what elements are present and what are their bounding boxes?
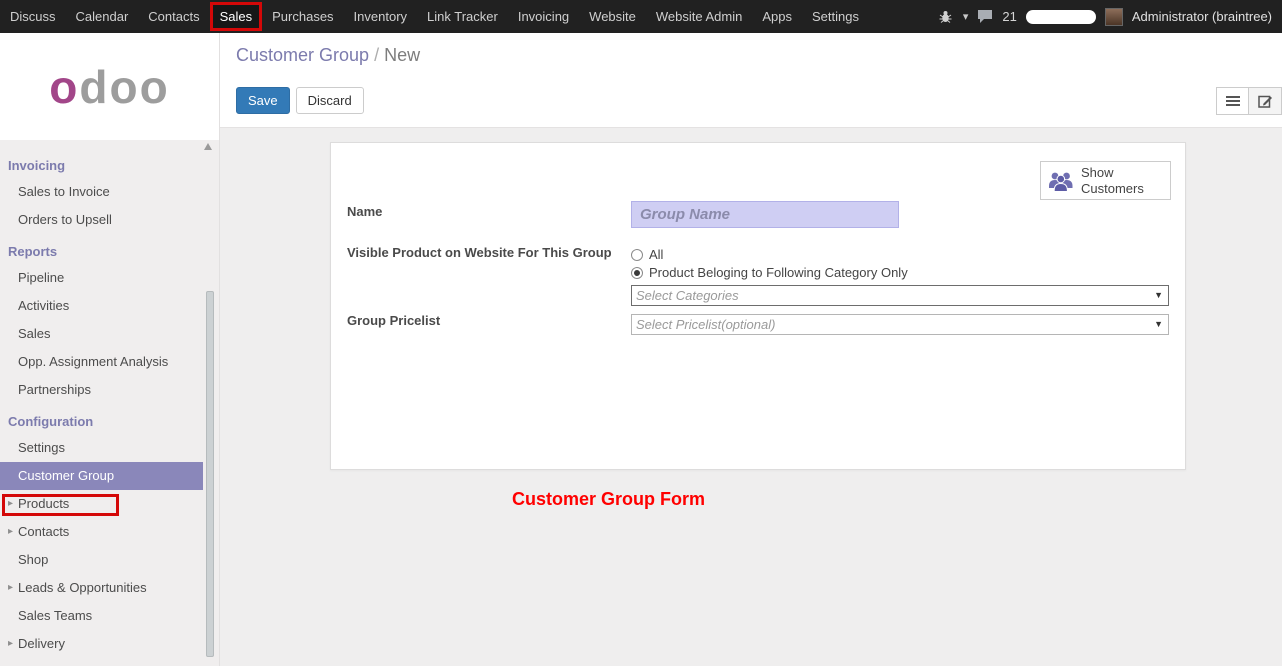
form-view-icon xyxy=(1258,94,1273,108)
nav-item-calendar[interactable]: Calendar xyxy=(66,0,139,33)
sidebar: odoo Invoicing Sales to Invoice Orders t… xyxy=(0,33,220,666)
form-sheet: Show Customers Name Visible Product on W… xyxy=(330,142,1186,470)
customers-icon xyxy=(1047,170,1075,192)
pricelist-select-placeholder: Select Pricelist(optional) xyxy=(636,317,775,332)
radio-all-label: All xyxy=(649,247,663,262)
nav-item-website[interactable]: Website xyxy=(579,0,646,33)
sidebar-item-sales-teams[interactable]: Sales Teams xyxy=(0,602,219,630)
nav-item-link-tracker[interactable]: Link Tracker xyxy=(417,0,508,33)
debug-bug-icon[interactable] xyxy=(939,10,952,23)
sidebar-item-opp-assignment-analysis[interactable]: Opp. Assignment Analysis xyxy=(0,348,219,376)
discard-button[interactable]: Discard xyxy=(296,87,364,114)
radio-all-icon[interactable] xyxy=(631,249,643,261)
annotation-caption: Customer Group Form xyxy=(512,489,705,510)
control-panel: Customer Group/New Save Discard xyxy=(220,33,1282,128)
radio-category-icon[interactable] xyxy=(631,267,643,279)
scrollbar-up-arrow-icon[interactable] xyxy=(204,143,212,150)
user-avatar[interactable] xyxy=(1105,8,1123,26)
sidebar-item-leads-opportunities[interactable]: ▸Leads & Opportunities xyxy=(0,574,219,602)
messages-icon[interactable] xyxy=(977,9,993,24)
view-switcher xyxy=(1216,87,1282,115)
user-menu[interactable]: Administrator (braintree) xyxy=(1132,9,1272,24)
sidebar-item-partnerships[interactable]: Partnerships xyxy=(0,376,219,404)
sidebar-item-activities[interactable]: Activities xyxy=(0,292,219,320)
nav-item-sales[interactable]: Sales xyxy=(210,2,263,31)
sidebar-scrollbar[interactable] xyxy=(206,291,214,657)
nav-item-contacts[interactable]: Contacts xyxy=(138,0,209,33)
sidebar-item-orders-to-upsell[interactable]: Orders to Upsell xyxy=(0,206,219,234)
breadcrumb-parent-link[interactable]: Customer Group xyxy=(236,45,369,65)
save-button[interactable]: Save xyxy=(236,87,290,114)
nav-right-tools: ▾ 21 Administrator (braintree) xyxy=(939,8,1282,26)
categories-select[interactable]: Select Categories ▼ xyxy=(631,285,1169,306)
logo-rest: doo xyxy=(79,61,169,113)
odoo-app: Discuss Calendar Contacts Sales Purchase… xyxy=(0,0,1282,666)
section-title-reports: Reports xyxy=(0,234,219,264)
nav-item-discuss[interactable]: Discuss xyxy=(0,0,66,33)
nav-item-apps[interactable]: Apps xyxy=(752,0,802,33)
expand-caret-icon: ▸ xyxy=(8,574,18,602)
sidebar-item-sales[interactable]: Sales xyxy=(0,320,219,348)
visible-product-field-label: Visible Product on Website For This Grou… xyxy=(347,245,612,260)
expand-caret-icon: ▸ xyxy=(8,630,18,658)
list-view-icon xyxy=(1226,95,1240,107)
sidebar-item-products[interactable]: ▸Products xyxy=(0,490,219,518)
breadcrumb: Customer Group/New xyxy=(236,45,420,66)
categories-select-placeholder: Select Categories xyxy=(636,288,739,303)
expand-caret-icon: ▸ xyxy=(8,490,18,518)
nav-item-purchases[interactable]: Purchases xyxy=(262,0,343,33)
select-arrow-icon: ▼ xyxy=(1154,319,1163,329)
logo-first-letter: o xyxy=(49,61,79,113)
radio-option-category[interactable]: Product Beloging to Following Category O… xyxy=(631,265,908,280)
group-name-input[interactable] xyxy=(631,201,899,228)
sidebar-item-pipeline[interactable]: Pipeline xyxy=(0,264,219,292)
show-customers-button[interactable]: Show Customers xyxy=(1040,161,1171,200)
group-pricelist-field-label: Group Pricelist xyxy=(347,313,440,328)
action-buttons: Save Discard xyxy=(236,87,364,114)
sidebar-item-delivery[interactable]: ▸Delivery xyxy=(0,630,219,658)
odoo-logo[interactable]: odoo xyxy=(49,60,169,114)
pricelist-select[interactable]: Select Pricelist(optional) ▼ xyxy=(631,314,1169,335)
sidebar-item-sales-to-invoice[interactable]: Sales to Invoice xyxy=(0,178,219,206)
timer-widget[interactable] xyxy=(1026,10,1096,24)
sidebar-item-shop[interactable]: Shop xyxy=(0,546,219,574)
sidebar-item-contacts[interactable]: ▸Contacts xyxy=(0,518,219,546)
breadcrumb-current: New xyxy=(384,45,420,65)
section-title-configuration: Configuration xyxy=(0,404,219,434)
nav-item-inventory[interactable]: Inventory xyxy=(344,0,417,33)
nav-item-website-admin[interactable]: Website Admin xyxy=(646,0,752,33)
radio-option-all[interactable]: All xyxy=(631,247,663,262)
list-view-button[interactable] xyxy=(1216,87,1249,115)
name-field-label: Name xyxy=(347,204,382,219)
chevron-down-icon[interactable]: ▾ xyxy=(963,10,969,23)
show-customers-label: Show Customers xyxy=(1081,165,1164,196)
messages-count[interactable]: 21 xyxy=(1002,9,1016,24)
select-arrow-icon: ▼ xyxy=(1154,290,1163,300)
nav-item-invoicing[interactable]: Invoicing xyxy=(508,0,579,33)
expand-caret-icon: ▸ xyxy=(8,518,18,546)
section-title-invoicing: Invoicing xyxy=(0,148,219,178)
sidebar-menu: Invoicing Sales to Invoice Orders to Ups… xyxy=(0,140,219,658)
breadcrumb-separator: / xyxy=(374,45,379,65)
nav-item-settings[interactable]: Settings xyxy=(802,0,869,33)
sidebar-item-customer-group[interactable]: Customer Group xyxy=(0,462,203,490)
sidebar-item-settings[interactable]: Settings xyxy=(0,434,219,462)
radio-category-label: Product Beloging to Following Category O… xyxy=(649,265,908,280)
form-view-button[interactable] xyxy=(1249,87,1282,115)
logo-area: odoo xyxy=(0,33,219,140)
top-navbar: Discuss Calendar Contacts Sales Purchase… xyxy=(0,0,1282,33)
